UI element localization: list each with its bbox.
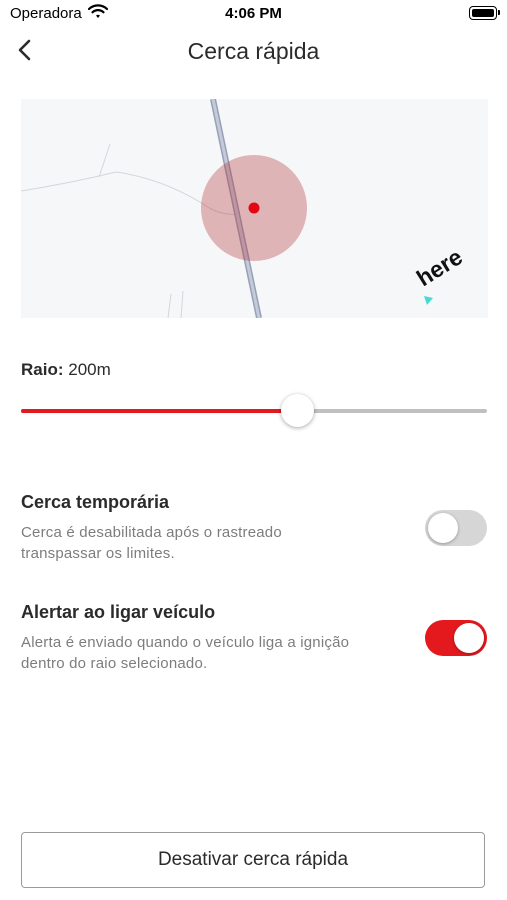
page-title: Cerca rápida: [187, 38, 320, 64]
status-bar: Operadora 4:06 PM: [0, 0, 507, 30]
map-view[interactable]: here: [21, 99, 488, 318]
map-road: [98, 143, 111, 178]
here-logo: here: [412, 243, 467, 291]
radius-value: 200m: [68, 360, 111, 379]
temporary-fence-toggle[interactable]: [425, 510, 487, 546]
status-time: 4:06 PM: [225, 5, 282, 22]
radius-label: Raio:: [21, 360, 64, 379]
deactivate-fence-button[interactable]: Desativar cerca rápida: [21, 832, 485, 888]
navigation-bar: Cerca rápida: [0, 28, 507, 74]
setting-description: Cerca é desabilitada após o rastreado tr…: [21, 524, 282, 562]
map-road: [180, 290, 184, 318]
slider-active-track: [21, 409, 298, 413]
setting-title: Alertar ao ligar veículo: [21, 602, 216, 622]
setting-description: Alerta é enviado quando o veículo liga a…: [21, 634, 350, 672]
radius-slider[interactable]: [21, 394, 487, 428]
ignition-alert-toggle[interactable]: [425, 620, 487, 656]
setting-title: Cerca temporária: [21, 492, 170, 512]
setting-temporary-fence: Cerca temporária Cerca é desabilitada ap…: [21, 492, 487, 564]
fence-center-marker: [248, 202, 260, 214]
svg-text:here: here: [412, 243, 467, 291]
setting-ignition-alert: Alertar ao ligar veículo Alerta é enviad…: [21, 602, 487, 674]
radius-row: Raio: 200m: [21, 360, 111, 380]
slider-thumb[interactable]: [281, 394, 315, 427]
map-road: [167, 293, 172, 318]
battery-icon: [469, 6, 500, 20]
